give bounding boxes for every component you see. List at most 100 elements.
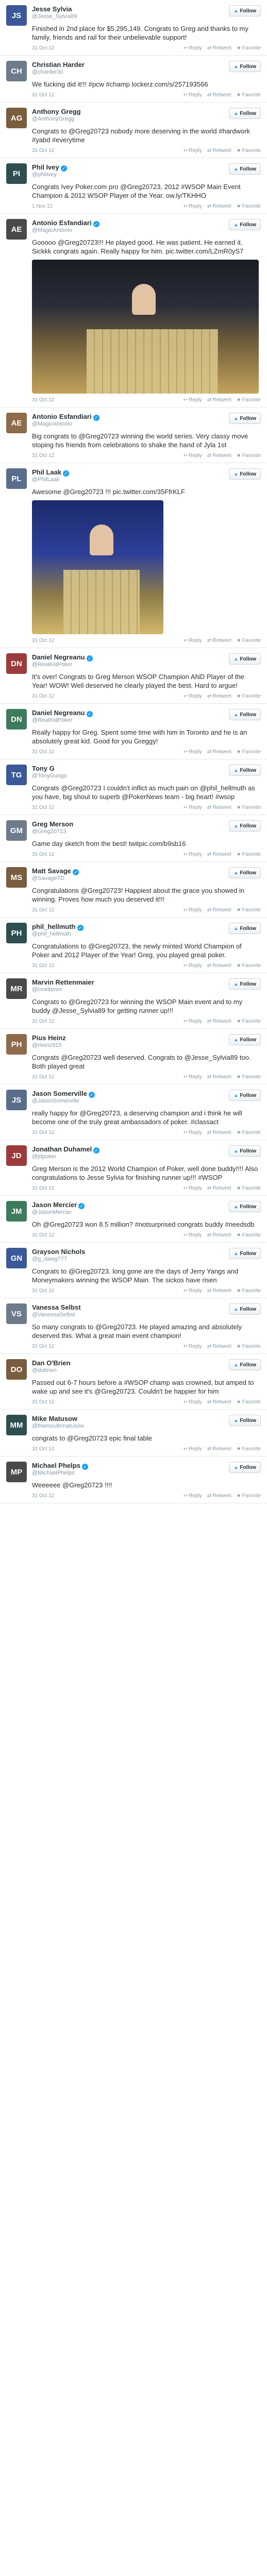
favorite-button[interactable]: ★ Favorite <box>237 749 261 755</box>
tweet-card[interactable]: JS Jason Somerville ✓ @JasonSomerville ▲ Foll… <box>0 1084 267 1140</box>
author-handle[interactable]: @mrettenm <box>32 987 94 993</box>
favorite-button[interactable]: ★ Favorite <box>237 397 261 403</box>
tweet-card[interactable]: AG Anthony Gregg @AnthonyGregg ▲ Follow Congr… <box>0 103 267 158</box>
author-name[interactable]: Matt Savage <box>32 867 71 875</box>
tweet-card[interactable]: CH Christian Harder @charder30 ▲ Follow We fu… <box>0 56 267 103</box>
author-handle[interactable]: @JasonSomerville <box>32 1098 95 1105</box>
author-name[interactable]: Dan O'Brien <box>32 1359 71 1367</box>
avatar[interactable]: PL <box>6 468 27 489</box>
reply-button[interactable]: ↩ Reply <box>183 1288 202 1294</box>
author-handle[interactable]: @themouthmatusow <box>32 1423 84 1430</box>
retweet-button[interactable]: ⇄ Retweet <box>207 1130 231 1136</box>
tweet-date[interactable]: 31 Oct 12 <box>32 1074 54 1080</box>
tweet-card[interactable]: JM Jason Mercier ✓ @JasonMercier ▲ Follow Oh @… <box>0 1196 267 1243</box>
author-name[interactable]: Mike Matusow <box>32 1415 77 1422</box>
tweet-card[interactable]: JD Jonathan Duhamel ✓ @jdpoker ▲ Follow Greg M… <box>0 1140 267 1196</box>
retweet-button[interactable]: ⇄ Retweet <box>207 397 231 403</box>
follow-button[interactable]: ▲ Follow <box>229 867 261 878</box>
follow-button[interactable]: ▲ Follow <box>229 61 261 72</box>
author-handle[interactable]: @MagicAntonio <box>32 227 99 234</box>
reply-button[interactable]: ↩ Reply <box>183 92 202 98</box>
favorite-button[interactable]: ★ Favorite <box>237 92 261 98</box>
follow-button[interactable]: ▲ Follow <box>229 1248 261 1259</box>
tweet-date[interactable]: 31 Oct 12 <box>32 1446 54 1452</box>
tweet-date[interactable]: 31 Oct 12 <box>32 1019 54 1024</box>
author-handle[interactable]: @AnthonyGregg <box>32 116 81 123</box>
favorite-button[interactable]: ★ Favorite <box>237 1399 261 1405</box>
follow-button[interactable]: ▲ Follow <box>229 653 261 665</box>
avatar[interactable]: PI <box>6 163 27 184</box>
tweet-card[interactable]: AE Antonio Esfandiari ✓ @MagicAntonio ▲ Follo… <box>0 214 267 408</box>
tweet-date[interactable]: 31 Oct 12 <box>32 1232 54 1238</box>
reply-button[interactable]: ↩ Reply <box>183 148 202 154</box>
retweet-button[interactable]: ⇄ Retweet <box>207 693 231 699</box>
favorite-button[interactable]: ★ Favorite <box>237 1185 261 1191</box>
author-name[interactable]: Vanessa Selbst <box>32 1303 81 1311</box>
tweet-date[interactable]: 31 Oct 12 <box>32 45 54 51</box>
favorite-button[interactable]: ★ Favorite <box>237 1019 261 1024</box>
reply-button[interactable]: ↩ Reply <box>183 1074 202 1080</box>
reply-button[interactable]: ↩ Reply <box>183 397 202 403</box>
retweet-button[interactable]: ⇄ Retweet <box>207 1019 231 1024</box>
author-handle[interactable]: @Jesse_Sylvia89 <box>32 13 77 20</box>
follow-button[interactable]: ▲ Follow <box>229 1201 261 1212</box>
reply-button[interactable]: ↩ Reply <box>183 693 202 699</box>
reply-button[interactable]: ↩ Reply <box>183 852 202 857</box>
follow-button[interactable]: ▲ Follow <box>229 468 261 480</box>
follow-button[interactable]: ▲ Follow <box>229 765 261 776</box>
follow-button[interactable]: ▲ Follow <box>229 1090 261 1101</box>
follow-button[interactable]: ▲ Follow <box>229 219 261 230</box>
avatar[interactable]: JM <box>6 1201 27 1222</box>
tweet-date[interactable]: 31 Oct 12 <box>32 397 54 403</box>
reply-button[interactable]: ↩ Reply <box>183 1185 202 1191</box>
author-name[interactable]: Jonathan Duhamel <box>32 1145 92 1153</box>
author-name[interactable]: Pius Heinz <box>32 1034 66 1042</box>
reply-button[interactable]: ↩ Reply <box>183 1130 202 1136</box>
follow-button[interactable]: ▲ Follow <box>229 709 261 720</box>
retweet-button[interactable]: ⇄ Retweet <box>207 749 231 755</box>
retweet-button[interactable]: ⇄ Retweet <box>207 1288 231 1294</box>
reply-button[interactable]: ↩ Reply <box>183 907 202 913</box>
avatar[interactable]: PH <box>6 1034 27 1055</box>
favorite-button[interactable]: ★ Favorite <box>237 963 261 969</box>
favorite-button[interactable]: ★ Favorite <box>237 45 261 51</box>
author-handle[interactable]: @jdpoker <box>32 1154 99 1160</box>
tweet-date[interactable]: 31 Oct 12 <box>32 148 54 154</box>
follow-button[interactable]: ▲ Follow <box>229 820 261 832</box>
avatar[interactable]: AE <box>6 219 27 240</box>
reply-button[interactable]: ↩ Reply <box>183 1399 202 1405</box>
retweet-button[interactable]: ⇄ Retweet <box>207 852 231 857</box>
tweet-date[interactable]: 31 Oct 12 <box>32 92 54 98</box>
reply-button[interactable]: ↩ Reply <box>183 1493 202 1499</box>
avatar[interactable]: GN <box>6 1248 27 1268</box>
author-name[interactable]: Daniel Negreanu <box>32 709 85 717</box>
author-handle[interactable]: @SavageTD <box>32 875 79 882</box>
favorite-button[interactable]: ★ Favorite <box>237 1344 261 1349</box>
favorite-button[interactable]: ★ Favorite <box>237 1288 261 1294</box>
author-name[interactable]: phil_hellmuth <box>32 923 76 930</box>
author-name[interactable]: Anthony Gregg <box>32 108 81 115</box>
author-handle[interactable]: @dobrien <box>32 1367 71 1374</box>
tweet-card[interactable]: PI Phil Ivey ✓ @philivey ▲ Follow Congrats Ive… <box>0 158 267 214</box>
retweet-button[interactable]: ⇄ Retweet <box>207 92 231 98</box>
tweet-card[interactable]: MR Marvin Rettenmaier @mrettenm ▲ Follow Cong… <box>0 973 267 1029</box>
avatar[interactable]: MS <box>6 867 27 888</box>
author-handle[interactable]: @RealKidPoker <box>32 662 93 668</box>
author-name[interactable]: Marvin Rettenmaier <box>32 978 94 986</box>
avatar[interactable]: TG <box>6 765 27 785</box>
favorite-button[interactable]: ★ Favorite <box>237 693 261 699</box>
tweet-date[interactable]: 31 Oct 12 <box>32 1399 54 1405</box>
follow-button[interactable]: ▲ Follow <box>229 1359 261 1370</box>
favorite-button[interactable]: ★ Favorite <box>237 453 261 459</box>
avatar[interactable]: VS <box>6 1303 27 1324</box>
tweet-card[interactable]: JS Jesse Sylvia @Jesse_Sylvia89 ▲ Follow Fini… <box>0 0 267 56</box>
author-handle[interactable]: @MichaelPhelps <box>32 1470 88 1477</box>
reply-button[interactable]: ↩ Reply <box>183 805 202 810</box>
tweet-date[interactable]: 31 Oct 12 <box>32 852 54 857</box>
reply-button[interactable]: ↩ Reply <box>183 45 202 51</box>
avatar[interactable]: DO <box>6 1359 27 1380</box>
tweet-card[interactable]: TG Tony G @TonyGuoga ▲ Follow Congrats @Greg2… <box>0 759 267 815</box>
reply-button[interactable]: ↩ Reply <box>183 749 202 755</box>
author-name[interactable]: Grayson Nichols <box>32 1248 85 1256</box>
follow-button[interactable]: ▲ Follow <box>229 1462 261 1473</box>
